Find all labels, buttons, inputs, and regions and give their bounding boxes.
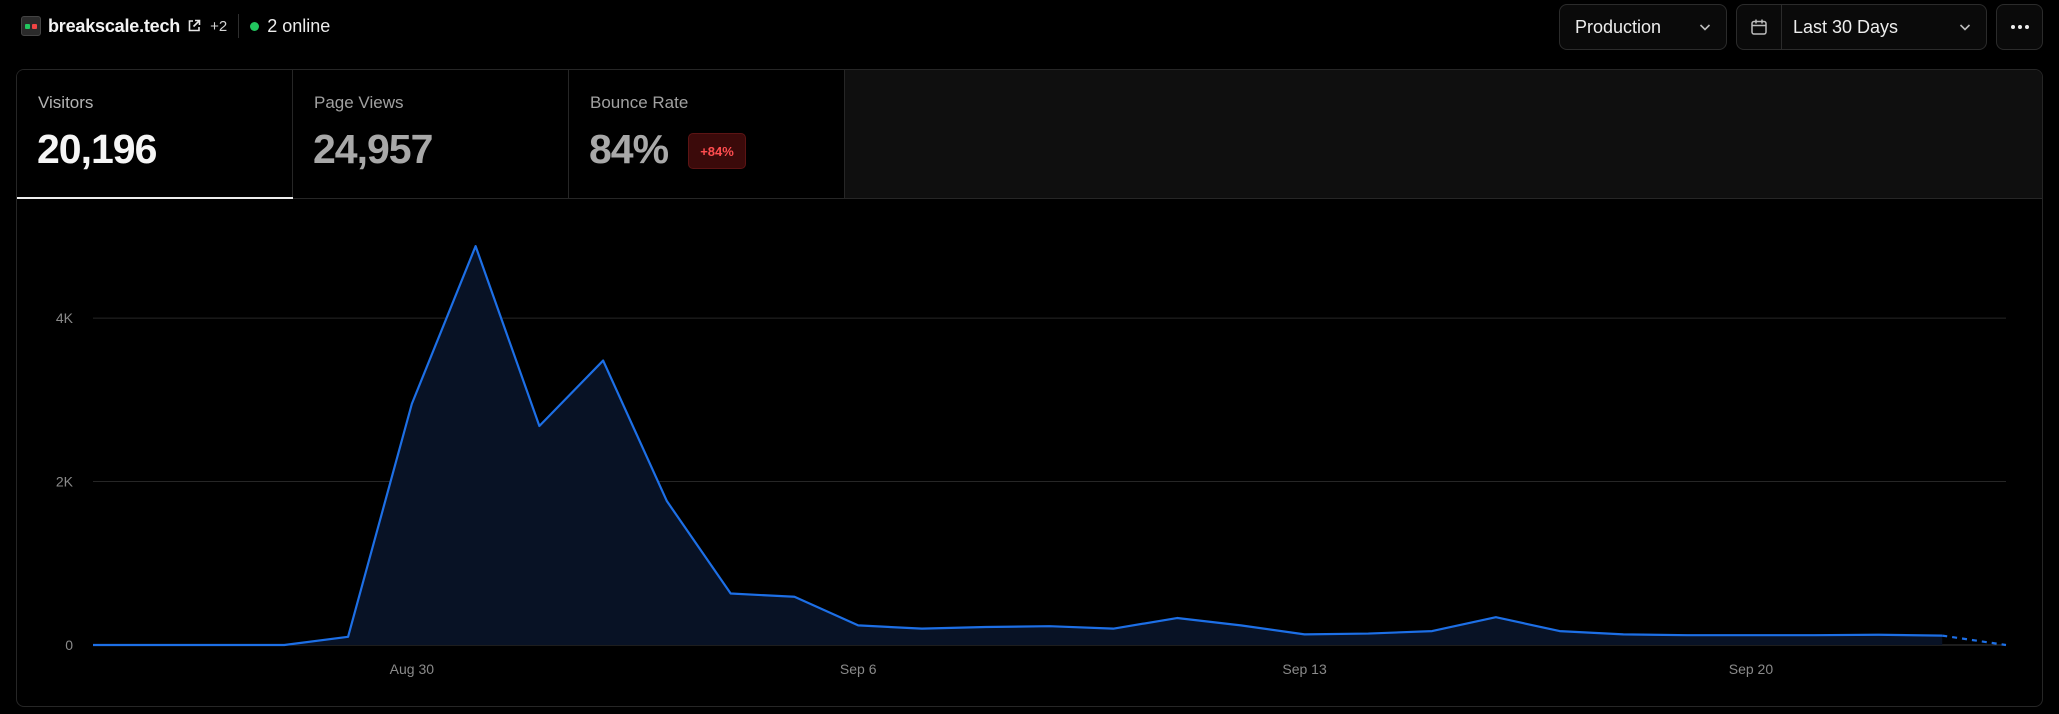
extra-sites-count[interactable]: +2 [210, 18, 227, 35]
online-dot-icon [250, 21, 260, 31]
date-range-select[interactable]: Last 30 Days [1736, 4, 1987, 50]
environment-label: Production [1575, 16, 1662, 37]
y-tick-label: 2K [56, 474, 74, 490]
online-count: 2 online [267, 15, 331, 36]
calendar-icon[interactable] [1737, 5, 1782, 49]
date-range-label: Last 30 Days [1793, 16, 1899, 37]
visitors-chart: 0 2K 4K Aug 30 Sep 6 Sep 13 Sep 20 [56, 245, 2007, 677]
x-tick-label: Aug 30 [390, 661, 435, 677]
site-name[interactable]: breakscale.tech [48, 16, 180, 37]
x-tick-label: Sep 13 [1282, 661, 1327, 677]
x-tick-label: Sep 20 [1729, 661, 1774, 677]
more-options-button[interactable] [1996, 4, 2043, 50]
y-tick-label: 4K [56, 310, 74, 326]
chevron-down-icon [1699, 24, 1711, 31]
site-selector[interactable]: breakscale.tech +2 2 online [21, 14, 330, 38]
series-line-projected [1942, 634, 2007, 647]
top-bar: breakscale.tech +2 2 online Production L… [0, 0, 2059, 56]
environment-select[interactable]: Production [1559, 4, 1727, 50]
y-tick-label: 0 [65, 637, 73, 653]
chevron-down-icon [1959, 24, 1971, 31]
analytics-panel: Visitors 20,196 Page Views 24,957 Bounce… [16, 69, 2043, 707]
area-fill [93, 246, 1943, 645]
divider [238, 14, 240, 38]
external-link-icon[interactable] [187, 19, 201, 33]
ellipsis-icon [2010, 25, 2029, 29]
site-favicon-icon [21, 16, 41, 36]
x-tick-label: Sep 6 [840, 661, 877, 677]
